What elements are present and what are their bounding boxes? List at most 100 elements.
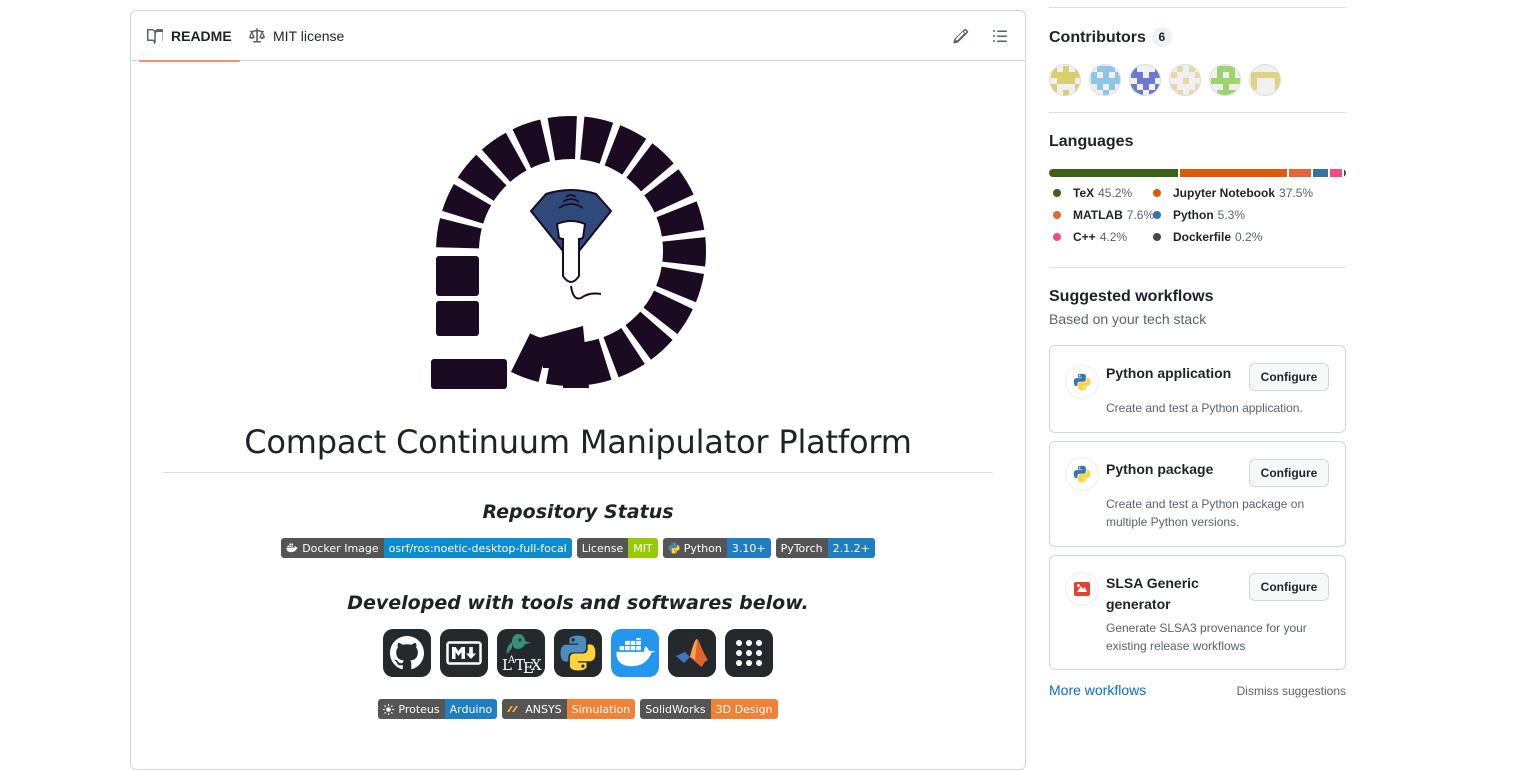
language-color-dot bbox=[1053, 211, 1061, 219]
more-workflows-link[interactable]: More workflows bbox=[1049, 682, 1146, 698]
workflow-description: Create and test a Python package on mult… bbox=[1106, 497, 1305, 529]
workflow-card-python-application: Python application Configure Create and … bbox=[1049, 345, 1346, 433]
latex-icon[interactable]: L A T E X bbox=[497, 629, 545, 677]
language-bar-segment[interactable] bbox=[1289, 169, 1312, 177]
badge-value: osrf/ros:noetic-desktop-full-focal bbox=[383, 538, 572, 558]
contributors-count: 6 bbox=[1151, 27, 1172, 47]
avatar[interactable] bbox=[1049, 64, 1081, 96]
language-bar-segment[interactable] bbox=[1049, 169, 1179, 177]
language-color-dot bbox=[1153, 189, 1161, 197]
python-icon[interactable] bbox=[554, 629, 602, 677]
language-item[interactable]: Python 5.3% bbox=[1153, 208, 1245, 222]
language-item[interactable]: C++ 4.2% bbox=[1053, 230, 1127, 244]
contributor-avatars bbox=[1049, 64, 1346, 96]
badge-label: PyTorch bbox=[780, 541, 823, 555]
avatar[interactable] bbox=[1209, 64, 1241, 96]
language-name: TeX bbox=[1073, 186, 1095, 200]
pencil-icon[interactable] bbox=[953, 28, 969, 44]
workflow-title: SLSA Generic generator bbox=[1106, 575, 1199, 612]
tool-badges: Proteus Arduino ANSYS Simulation SolidWo… bbox=[163, 699, 993, 719]
github-icon[interactable] bbox=[383, 629, 431, 677]
logo-arc-segment bbox=[662, 237, 706, 267]
docker-icon bbox=[286, 543, 299, 553]
language-percent: 4.2% bbox=[1099, 230, 1128, 244]
badge-value: Arduino bbox=[444, 699, 498, 719]
language-item[interactable]: Jupyter Notebook 37.5% bbox=[1153, 186, 1313, 200]
badge-pytorch[interactable]: PyTorch 2.1.2+ bbox=[775, 538, 875, 558]
tab-readme[interactable]: README bbox=[139, 11, 240, 62]
tab-mit-license[interactable]: MIT license bbox=[249, 11, 344, 61]
language-item[interactable]: MATLAB 7.6% bbox=[1053, 208, 1154, 222]
logo-block bbox=[436, 301, 479, 336]
language-name: MATLAB bbox=[1073, 208, 1123, 222]
ultrasound-probe-logo bbox=[431, 106, 731, 396]
badge-license[interactable]: License MIT bbox=[576, 538, 658, 558]
dots-grid-icon[interactable] bbox=[725, 629, 773, 677]
badge-label: SolidWorks bbox=[645, 702, 706, 716]
avatar[interactable] bbox=[1249, 64, 1281, 96]
matlab-icon[interactable] bbox=[668, 629, 716, 677]
markdown-icon[interactable] bbox=[440, 629, 488, 677]
badge-value: MIT bbox=[628, 538, 658, 558]
language-bar-segment[interactable] bbox=[1180, 169, 1288, 177]
language-name: Jupyter Notebook bbox=[1173, 186, 1276, 200]
status-badges: Docker Image osrf/ros:noetic-desktop-ful… bbox=[163, 538, 993, 558]
badge-docker-image[interactable]: Docker Image osrf/ros:noetic-desktop-ful… bbox=[281, 538, 572, 558]
language-item[interactable]: TeX 45.2% bbox=[1053, 186, 1132, 200]
logo-arc-segment bbox=[547, 116, 577, 161]
logo-block bbox=[431, 359, 507, 389]
avatar[interactable] bbox=[1129, 64, 1161, 96]
badge-solidworks[interactable]: SolidWorks 3D Design bbox=[640, 699, 778, 719]
tab-readme-label: README bbox=[171, 28, 232, 44]
language-percent: 37.5% bbox=[1279, 186, 1314, 200]
configure-button[interactable]: Configure bbox=[1249, 459, 1329, 487]
badge-label: License bbox=[581, 541, 624, 555]
badge-proteus[interactable]: Proteus Arduino bbox=[378, 699, 498, 719]
badge-value: 3.10+ bbox=[726, 538, 771, 558]
language-percent: 7.6% bbox=[1126, 208, 1155, 222]
language-bar-segment[interactable] bbox=[1344, 169, 1346, 177]
python-icon bbox=[1066, 366, 1098, 398]
suggested-workflows-heading: Suggested workflows bbox=[1049, 288, 1214, 305]
workflow-description: Create and test a Python application. bbox=[1106, 401, 1303, 415]
avatar[interactable] bbox=[1089, 64, 1121, 96]
badge-value: 3D Design bbox=[710, 699, 778, 719]
language-percent: 0.2% bbox=[1235, 230, 1263, 244]
language-percent: 5.3% bbox=[1217, 208, 1246, 222]
badge-python[interactable]: Python 3.10+ bbox=[662, 538, 771, 558]
docker-icon[interactable] bbox=[611, 629, 659, 677]
badge-label: ANSYS bbox=[525, 702, 562, 716]
language-bar-segment[interactable] bbox=[1313, 169, 1329, 177]
sidebar-divider bbox=[1049, 267, 1346, 268]
avatar[interactable] bbox=[1169, 64, 1201, 96]
language-item[interactable]: Dockerfile 0.2% bbox=[1153, 230, 1262, 244]
language-name: C++ bbox=[1073, 230, 1096, 244]
configure-button[interactable]: Configure bbox=[1249, 363, 1329, 391]
sidebar-divider bbox=[1049, 112, 1346, 113]
language-color-dot bbox=[1153, 211, 1161, 219]
configure-button[interactable]: Configure bbox=[1249, 573, 1329, 601]
sun-icon bbox=[383, 703, 395, 715]
contributors-heading[interactable]: Contributors bbox=[1049, 29, 1146, 46]
readme-header: README MIT license bbox=[131, 11, 1025, 62]
page-title: Compact Continuum Manipulator Platform bbox=[244, 423, 912, 461]
title-divider bbox=[163, 472, 993, 473]
language-color-dot bbox=[1153, 233, 1161, 241]
repository-status-heading: Repository Status bbox=[482, 501, 674, 523]
badge-value: Simulation bbox=[566, 699, 636, 719]
readme-panel: README MIT license Compact Continuum Man… bbox=[130, 10, 1026, 770]
book-icon bbox=[147, 28, 163, 44]
list-unordered-icon[interactable] bbox=[992, 28, 1008, 44]
language-percent: 45.2% bbox=[1098, 186, 1133, 200]
dismiss-suggestions-link[interactable]: Dismiss suggestions bbox=[1237, 684, 1346, 698]
suggested-workflows-subheading: Based on your tech stack bbox=[1049, 311, 1207, 327]
badge-ansys[interactable]: ANSYS Simulation bbox=[502, 699, 636, 719]
svg-text:X: X bbox=[531, 656, 542, 674]
workflows-footer: More workflows Dismiss suggestions bbox=[1049, 682, 1346, 702]
tab-mit-license-label: MIT license bbox=[273, 28, 345, 44]
slsa-icon bbox=[1066, 573, 1098, 605]
badge-label: Python bbox=[683, 541, 722, 555]
language-bar-segment[interactable] bbox=[1330, 169, 1343, 177]
contributors-section: Contributors 6 bbox=[1049, 27, 1346, 47]
language-name: Dockerfile bbox=[1173, 230, 1232, 244]
